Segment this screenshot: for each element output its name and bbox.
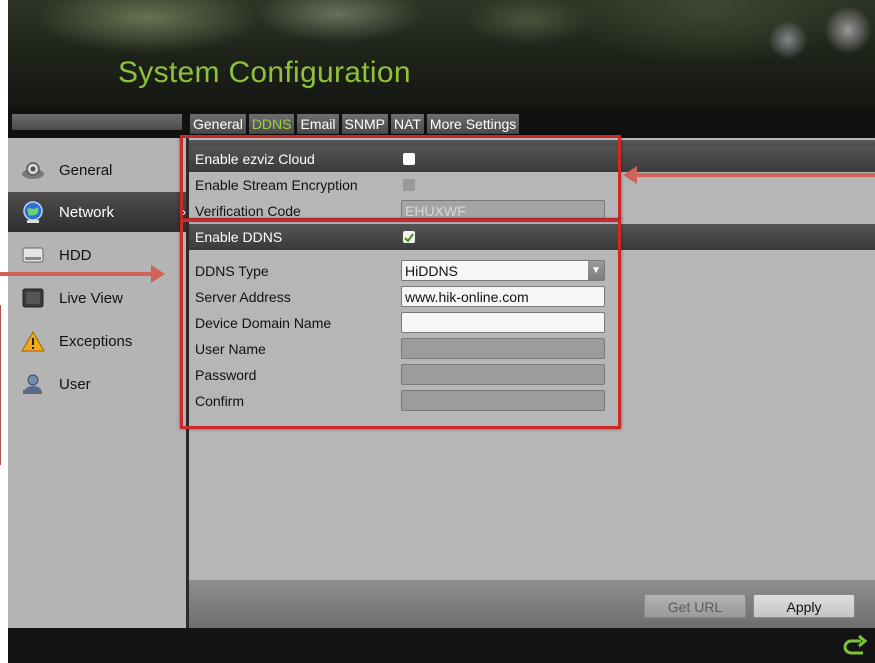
sidebar-item-network[interactable]: Network › xyxy=(8,192,186,232)
get-url-button[interactable]: Get URL xyxy=(644,594,746,618)
monitor-icon xyxy=(20,286,46,310)
stream-encryption-label: Enable Stream Encryption xyxy=(195,177,358,193)
arrow-right-icon xyxy=(0,265,165,283)
header-banner: System Configuration xyxy=(8,0,875,110)
tab-general[interactable]: General xyxy=(190,114,246,134)
chevron-right-icon: › xyxy=(182,205,186,219)
callout-line xyxy=(0,305,1,465)
sidebar-item-label: General xyxy=(59,161,113,179)
chevron-down-icon[interactable]: ▼ xyxy=(588,261,604,280)
tab-more-settings[interactable]: More Settings xyxy=(426,114,520,134)
ddns-type-select[interactable]: HiDDNS ▼ xyxy=(401,260,605,281)
enable-ezviz-row: Enable ezviz Cloud xyxy=(189,146,875,172)
domain-name-row: Device Domain Name xyxy=(189,310,875,336)
sidebar-header xyxy=(12,114,182,130)
user-name-label: User Name xyxy=(195,341,266,357)
gear-icon xyxy=(20,158,46,182)
user-name-field[interactable] xyxy=(401,338,605,359)
footer-bar xyxy=(8,628,875,663)
sidebar-item-label: Network xyxy=(59,203,115,221)
confirm-row: Confirm xyxy=(189,388,875,414)
checkmark-icon xyxy=(404,233,414,243)
password-row: Password xyxy=(189,362,875,388)
password-label: Password xyxy=(195,367,257,383)
domain-name-label: Device Domain Name xyxy=(195,315,332,331)
sidebar-item-general[interactable]: General xyxy=(8,150,186,190)
ddns-type-value: HiDDNS xyxy=(405,263,458,279)
main-window: System Configuration General DDNS Email … xyxy=(8,0,875,663)
settings-panel: Enable ezviz Cloud Enable Stream Encrypt… xyxy=(189,138,875,628)
tab-snmp[interactable]: SNMP xyxy=(341,114,388,134)
tab-email[interactable]: Email xyxy=(297,114,339,134)
sidebar: General Network › HDD Live View Exceptio… xyxy=(8,138,189,628)
confirm-field[interactable] xyxy=(401,390,605,411)
sidebar-item-label: Exceptions xyxy=(59,332,133,350)
user-name-row: User Name xyxy=(189,336,875,362)
apply-button[interactable]: Apply xyxy=(753,594,855,618)
domain-name-field[interactable] xyxy=(401,312,605,333)
arrow-left-icon xyxy=(623,166,875,184)
sidebar-item-label: User xyxy=(59,375,91,393)
verification-code-row: Verification Code EHUXWF xyxy=(189,198,875,218)
verification-code-field[interactable]: EHUXWF xyxy=(401,200,605,218)
tab-nat[interactable]: NAT xyxy=(390,114,424,134)
verification-code-label: Verification Code xyxy=(195,203,301,218)
warning-icon xyxy=(20,329,46,353)
enable-ddns-label: Enable DDNS xyxy=(195,229,283,245)
sidebar-item-label: HDD xyxy=(59,246,92,264)
sidebar-item-live-view[interactable]: Live View xyxy=(8,278,186,318)
tab-ddns[interactable]: DDNS xyxy=(248,114,295,134)
sidebar-item-label: Live View xyxy=(59,289,123,307)
enable-ddns-row: Enable DDNS xyxy=(189,224,875,250)
user-icon xyxy=(20,372,46,396)
password-field[interactable] xyxy=(401,364,605,385)
globe-icon xyxy=(20,200,46,224)
server-address-label: Server Address xyxy=(195,289,291,305)
ddns-type-row: DDNS Type HiDDNS ▼ xyxy=(189,258,875,284)
stream-encryption-checkbox[interactable] xyxy=(403,179,415,191)
tab-list: General DDNS Email SNMP NAT More Setting… xyxy=(190,114,520,134)
sidebar-item-user[interactable]: User xyxy=(8,364,186,404)
enable-ezviz-label: Enable ezviz Cloud xyxy=(195,151,315,167)
enable-ddns-checkbox[interactable] xyxy=(403,231,415,243)
server-address-field[interactable]: www.hik-online.com xyxy=(401,286,605,307)
hdd-icon xyxy=(20,243,46,267)
confirm-label: Confirm xyxy=(195,393,245,409)
page-title: System Configuration xyxy=(118,56,411,89)
ddns-type-label: DDNS Type xyxy=(195,263,269,279)
enable-ezviz-checkbox[interactable] xyxy=(403,153,415,165)
server-address-row: Server Address www.hik-online.com xyxy=(189,284,875,310)
back-icon[interactable] xyxy=(841,633,869,659)
sidebar-item-exceptions[interactable]: Exceptions xyxy=(8,321,186,361)
